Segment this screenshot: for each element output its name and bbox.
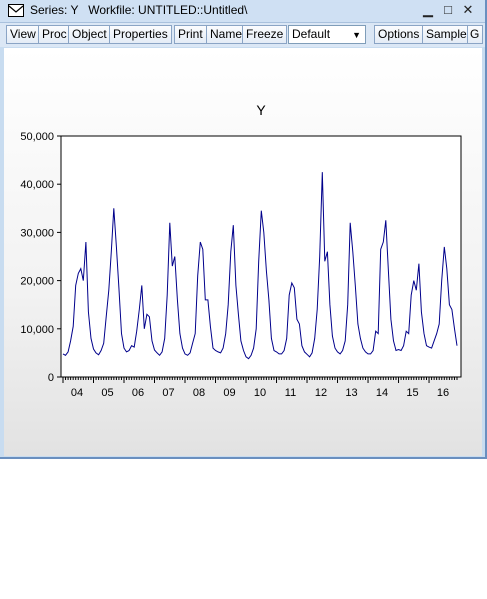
x-tick-label: 13 — [345, 387, 357, 399]
x-tick-label: 10 — [254, 387, 266, 399]
x-tick-label: 06 — [132, 387, 144, 399]
y-tick-label: 10,000 — [20, 324, 54, 336]
toolbar: View Proc Object Properties Print Name F… — [0, 23, 485, 47]
properties-button[interactable]: Properties — [109, 25, 172, 44]
graph-button[interactable]: G — [467, 25, 483, 44]
maximize-button[interactable]: □ — [440, 2, 456, 17]
x-tick-label: 11 — [285, 387, 296, 399]
freeze-button[interactable]: Freeze — [242, 25, 288, 44]
x-tick-label: 14 — [376, 387, 388, 399]
x-tick-label: 04 — [71, 387, 83, 399]
proc-button[interactable]: Proc — [38, 25, 71, 44]
x-tick-label: 07 — [162, 387, 174, 399]
chevron-down-icon: ▼ — [352, 30, 361, 40]
graph-area: Y 0 10,000 20,000 30,000 40,000 50,000 04 05 06 0… — [4, 48, 482, 456]
frequency-select-value: Default — [292, 27, 331, 41]
series-window: Series: Y Workfile: UNTITLED::Untitled\ … — [0, 0, 487, 459]
options-button[interactable]: Options — [374, 25, 424, 44]
close-button[interactable]: ✕ — [460, 2, 476, 18]
y-tick-label: 30,000 — [20, 227, 54, 239]
y-tick-label: 0 — [48, 372, 54, 384]
object-button[interactable]: Object — [68, 25, 111, 44]
view-button[interactable]: View — [6, 25, 40, 44]
x-tick-label: 05 — [101, 387, 113, 399]
x-tick-label: 15 — [406, 387, 418, 399]
chart-title: Y — [256, 102, 266, 118]
series-icon — [8, 4, 24, 17]
title-bar[interactable]: Series: Y Workfile: UNTITLED::Untitled\ … — [0, 0, 485, 23]
x-tick-label: 08 — [193, 387, 205, 399]
line-chart: Y 0 10,000 20,000 30,000 40,000 50,000 04 05 06 0… — [20, 102, 462, 399]
x-tick-label: 16 — [437, 387, 449, 399]
sample-button[interactable]: Sample — [422, 25, 471, 44]
minimize-button[interactable]: ▁ — [420, 2, 436, 18]
frequency-select[interactable]: Default ▼ — [288, 25, 366, 44]
name-button[interactable]: Name — [206, 25, 247, 44]
x-tick-label: 09 — [223, 387, 235, 399]
y-tick-label: 50,000 — [20, 131, 54, 143]
window-title: Series: Y Workfile: UNTITLED::Untitled\ — [30, 3, 248, 17]
plot-frame — [60, 135, 462, 378]
x-tick-label: 12 — [315, 387, 327, 399]
y-tick-label: 20,000 — [20, 276, 54, 288]
print-button[interactable]: Print — [174, 25, 207, 44]
y-tick-label: 40,000 — [20, 179, 54, 191]
